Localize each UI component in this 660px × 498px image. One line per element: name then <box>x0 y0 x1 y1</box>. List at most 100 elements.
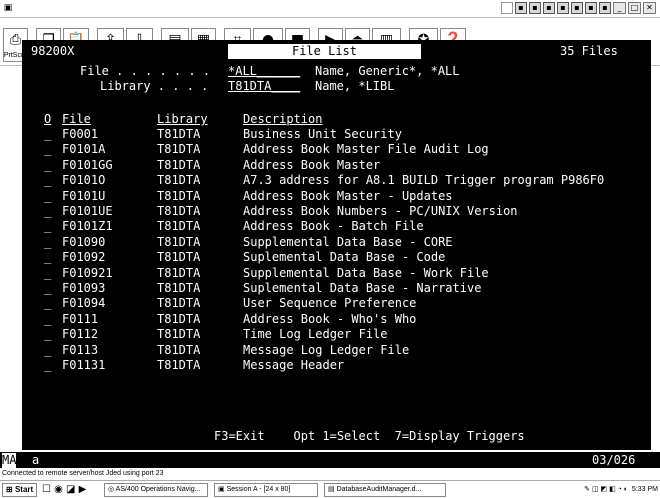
row-option-input[interactable]: _ <box>44 142 51 157</box>
row-library: T81DTA <box>157 281 201 295</box>
row-option-input[interactable]: _ <box>44 343 51 358</box>
header-description: Description <box>243 112 323 126</box>
row-description: Address Book - Who's Who <box>243 311 417 326</box>
row-description: Address Book Numbers - PC/UNIX Version <box>243 204 518 218</box>
row-library: T81DTA <box>157 250 201 265</box>
row-library: T81DTA <box>157 327 201 342</box>
terminal-icon[interactable]: ▣ <box>2 2 14 14</box>
row-option-input[interactable]: _ <box>44 358 51 373</box>
row-library: T81DTA <box>157 127 201 141</box>
file-hint: Name, Generic*, *ALL <box>315 64 460 78</box>
library-input[interactable]: T81DTA____ <box>228 79 300 94</box>
library-hint: Name, *LIBL <box>315 79 395 93</box>
program-id: 98200X <box>31 44 75 58</box>
cursor-position: 03/026 <box>592 453 636 467</box>
header-opt: O <box>44 112 52 126</box>
row-description: Address Book Master - Updates <box>243 188 453 203</box>
tray-icons[interactable]: ✎ ◫ ◩ ◧ ◔ ◐ <box>584 486 628 493</box>
row-library: T81DTA <box>157 296 201 311</box>
document-icon: ▤ <box>328 486 335 493</box>
row-description: Message Header <box>243 358 345 372</box>
file-count: 35 Files <box>560 44 618 58</box>
task-as400-navigator[interactable]: ◎ AS/400 Operations Navig... <box>104 483 208 497</box>
row-description: Address Book - Batch File <box>243 219 424 234</box>
row-file: F01094 <box>62 296 106 311</box>
row-option-input[interactable]: _ <box>44 250 51 265</box>
row-option-input[interactable]: _ <box>44 127 51 142</box>
start-button[interactable]: ⊞ Start <box>2 483 38 497</box>
row-option-input[interactable]: _ <box>44 158 51 173</box>
row-library: T81DTA <box>157 342 201 357</box>
connection-status: Connected to remote server/host Jded usi… <box>0 468 660 480</box>
row-file: F0101U <box>62 188 106 203</box>
row-library: T81DTA <box>157 234 201 249</box>
row-description: Suplemental Data Base - Narrative <box>243 281 482 295</box>
file-label: File . . . . . . . <box>80 64 211 78</box>
row-option-input[interactable]: _ <box>44 327 51 342</box>
mode-indicator: MA <box>2 453 17 468</box>
row-file: F01092 <box>62 250 106 265</box>
minimize-button[interactable]: _ <box>613 2 626 14</box>
row-option-input[interactable]: _ <box>44 281 51 296</box>
clock: 5:33 PM <box>631 486 658 493</box>
title-bar: ▣ ▪ ▪ ▪ ▪ ▪ ▪ ▪ _ □ ✕ <box>0 0 660 18</box>
row-option-input[interactable]: _ <box>44 312 51 327</box>
terminal-screen[interactable]: 98200X File List 35 Files File . . . . .… <box>22 40 651 450</box>
maximize-button[interactable]: □ <box>628 2 641 14</box>
row-file: F0101GG <box>62 157 113 172</box>
row-file: F0101A <box>62 142 106 157</box>
toggle-3-icon[interactable]: ▪ <box>529 2 541 14</box>
row-description: Message Log Ledger File <box>243 342 410 357</box>
toggle-8-icon[interactable]: ▪ <box>599 2 611 14</box>
function-keys: F3=Exit Opt 1=Select 7=Display Triggers <box>214 429 525 443</box>
row-file: F01090 <box>62 234 106 249</box>
row-library: T81DTA <box>157 311 201 326</box>
row-description: A7.3 address for A8.1 BUILD Trigger prog… <box>243 173 605 188</box>
row-description: Business Unit Security <box>243 127 402 141</box>
file-input[interactable]: *ALL______ <box>228 64 300 79</box>
library-label: Library . . . . <box>100 79 209 93</box>
row-library: T81DTA <box>157 358 201 372</box>
row-option-input[interactable]: _ <box>44 235 51 250</box>
toggle-5-icon[interactable]: ▪ <box>557 2 569 14</box>
row-description: Supplemental Data Base - CORE <box>243 234 453 249</box>
toggle-7-icon[interactable]: ▪ <box>585 2 597 14</box>
row-file: F010921 <box>62 265 113 280</box>
row-library: T81DTA <box>157 188 201 203</box>
task-database-audit-manager[interactable]: ▤ DatabaseAuditManager.d... <box>324 483 446 497</box>
row-file: F0101Z1 <box>62 219 113 234</box>
taskbar: ⊞ Start ☐ ◉ ◪ ▶ ◎ AS/400 Operations Navi… <box>0 480 660 498</box>
header-library: Library <box>157 112 208 126</box>
row-option-input[interactable]: _ <box>44 296 51 311</box>
header-file: File <box>62 112 91 126</box>
row-file: F0001 <box>62 127 99 141</box>
row-description: Supplemental Data Base - Work File <box>243 265 489 280</box>
row-library: T81DTA <box>157 265 201 280</box>
row-description: Time Log Ledger File <box>243 327 388 342</box>
toggle-2-icon[interactable]: ▪ <box>515 2 527 14</box>
row-option-input[interactable]: _ <box>44 173 51 188</box>
quicklaunch-icons[interactable]: ☐ ◉ ◪ ▶ <box>42 483 86 497</box>
toggle-1-icon[interactable] <box>501 2 513 14</box>
printer-icon: ⎙ <box>9 32 22 48</box>
close-button[interactable]: ✕ <box>643 2 656 14</box>
row-file: F0113 <box>62 342 99 357</box>
row-description: Suplemental Data Base - Code <box>243 250 446 265</box>
row-description: Address Book Master File Audit Log <box>243 142 489 157</box>
screen-title: File List <box>228 44 421 59</box>
row-file: F0101UE <box>62 204 113 218</box>
status-line: MA a 03/026 <box>0 452 660 468</box>
row-file: F0111 <box>62 311 99 326</box>
task-session-a[interactable]: ▣ Session A - [24 x 80] <box>214 483 318 497</box>
row-option-input[interactable]: _ <box>44 219 51 234</box>
row-option-input[interactable]: _ <box>44 189 51 204</box>
row-library: T81DTA <box>157 142 201 157</box>
toggle-6-icon[interactable]: ▪ <box>571 2 583 14</box>
system-tray: ✎ ◫ ◩ ◧ ◔ ◐ 5:33 PM <box>584 483 658 497</box>
windows-icon: ⊞ <box>6 485 13 494</box>
toggle-4-icon[interactable]: ▪ <box>543 2 555 14</box>
row-library: T81DTA <box>157 219 201 234</box>
row-library: T81DTA <box>157 173 201 188</box>
row-option-input[interactable]: _ <box>44 266 51 281</box>
row-option-input[interactable]: _ <box>44 204 51 219</box>
